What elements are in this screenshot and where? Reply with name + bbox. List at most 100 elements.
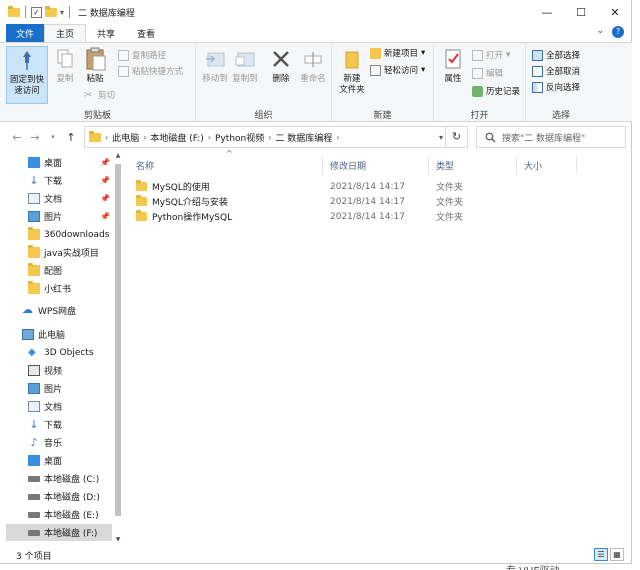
copy-path-icon [118,49,129,61]
maximize-button[interactable]: ☐ [564,0,598,24]
pin-icon[interactable]: 📌 [100,176,110,185]
up-arrow-icon[interactable]: ↑ [62,131,80,144]
address-bar[interactable]: › 此电脑 › 本地磁盘 (F:) › Python视频 › 二 数据库编程 ›… [84,126,468,148]
column-divider[interactable] [516,156,517,174]
column-header-size[interactable]: 大小 [524,156,542,174]
column-header-name[interactable]: 名称 [136,156,154,174]
refresh-icon[interactable]: ↻ [445,127,467,147]
pin-icon[interactable]: 📌 [100,212,110,221]
details-view-icon[interactable]: ☰ [594,548,608,561]
nav-item-label: 文档 [44,195,63,205]
file-row[interactable]: MySQL介绍与安装 2021/8/14 14:17 文件夹 [136,194,476,209]
file-row[interactable]: Python操作MySQL 2021/8/14 14:17 文件夹 [136,209,476,224]
breadcrumb-current-folder[interactable]: 二 数据库编程 [275,131,332,144]
search-box[interactable]: 搜索"二 数据库编程" [476,126,626,148]
column-divider[interactable] [322,156,323,174]
nav-item-pc-pictures[interactable]: 图片 [6,380,112,397]
nav-item-desktop[interactable]: 桌面 📌 [6,154,112,171]
invert-selection-button[interactable]: 反向选择 [532,81,580,93]
tab-home[interactable]: 主页 [44,24,87,42]
new-item-icon [370,47,381,59]
clipboard-group-label: 剪贴板 [83,111,111,121]
tab-share[interactable]: 共享 [86,24,126,42]
chevron-right-icon[interactable]: › [105,133,108,142]
tab-view[interactable]: 查看 [126,24,166,42]
breadcrumb-python-videos[interactable]: Python视频 [215,131,264,144]
nav-item-pc-documents[interactable]: 文档 [6,398,112,415]
rename-button[interactable]: 重命名 [298,46,328,85]
navigation-pane: 桌面 📌 ↓ 下载 📌 文档 📌 图片 📌 360downloads java实… [6,152,122,546]
select-none-button[interactable]: 全部取消 [532,65,580,77]
properties-button[interactable]: 属性 [438,46,468,85]
chevron-right-icon[interactable]: › [268,133,271,142]
nav-item-documents[interactable]: 文档 📌 [6,190,112,207]
nav-item-pc-desktop[interactable]: 桌面 [6,452,112,469]
paste-shortcut-button[interactable]: 粘贴快捷方式 [118,65,183,77]
nav-item-images[interactable]: 配图 [6,262,112,279]
paste-button[interactable]: 粘贴 [82,46,108,85]
pin-icon[interactable]: 📌 [100,194,110,203]
cut-button[interactable]: ✂ 剪切 [84,89,115,102]
customize-toolbar-icon[interactable]: ▾ [60,8,64,17]
column-header-type[interactable]: 类型 [436,156,454,174]
nav-item-videos[interactable]: 视频 [6,362,112,379]
nav-item-drive-c[interactable]: 本地磁盘 (C:) [6,470,112,487]
nav-item-downloads[interactable]: ↓ 下载 📌 [6,172,112,189]
column-divider[interactable] [576,156,577,174]
address-dropdown-icon[interactable]: ▾ [439,133,443,142]
help-icon[interactable]: ? [612,26,624,38]
nav-item-music[interactable]: ♪ 音乐 [6,434,112,451]
nav-item-drive-e[interactable]: 本地磁盘 (E:) [6,506,112,523]
nav-item-java-projects[interactable]: java实战项目 [6,244,112,261]
column-divider[interactable] [428,156,429,174]
tab-file[interactable]: 文件 [6,24,45,42]
nav-item-360downloads[interactable]: 360downloads [6,226,112,243]
minimize-button[interactable]: — [530,0,564,24]
copy-button[interactable]: 复制 [52,46,78,85]
delete-button[interactable]: 删除 [268,46,294,85]
nav-scrollbar[interactable]: ▲ ▼ [114,152,122,546]
move-to-button[interactable]: 移动到 [200,46,230,85]
scroll-up-icon[interactable]: ▲ [114,152,122,162]
title-bar: ✓ ▾ 二 数据库编程 — ☐ ✕ [0,0,632,24]
scroll-down-icon[interactable]: ▼ [114,536,122,546]
nav-item-xiaohongshu[interactable]: 小红书 [6,280,112,297]
back-arrow-icon[interactable]: ← [8,131,26,144]
column-header-date[interactable]: 修改日期 [330,156,366,174]
recent-locations-chevron-icon[interactable]: ▾ [44,133,62,141]
new-folder-button[interactable]: 新建 文件夹 [336,46,368,96]
select-all-button[interactable]: 全部选择 [532,49,580,61]
drive-icon [28,475,40,482]
pin-icon[interactable]: 📌 [100,158,110,167]
easy-access-button[interactable]: 轻松访问 ▾ [370,64,425,76]
chevron-right-icon[interactable]: › [336,133,339,142]
copy-to-button[interactable]: 复制到 [230,46,260,85]
edit-button[interactable]: 编辑 [472,67,503,79]
chevron-right-icon[interactable]: › [208,133,211,142]
nav-item-wps-cloud[interactable]: ☁ WPS网盘 [6,302,112,319]
nav-item-3d-objects[interactable]: ◆ 3D Objects [6,344,112,361]
breadcrumb-this-pc[interactable]: 此电脑 [112,131,139,144]
open-button[interactable]: 打开 ▾ [472,49,510,61]
history-button[interactable]: 历史记录 [472,85,520,97]
pin-quick-access-button[interactable]: 固定到快 速访问 [6,46,48,104]
nav-item-drive-f[interactable]: 本地磁盘 (F:) [6,524,112,541]
nav-item-pc-downloads[interactable]: ↓ 下载 [6,416,112,433]
copy-path-button[interactable]: 复制路径 [118,49,166,61]
collapse-ribbon-icon[interactable]: ⌄ [596,26,604,38]
file-row[interactable]: MySQL的使用 2021/8/14 14:17 文件夹 [136,179,476,194]
scroll-thumb[interactable] [115,164,121,516]
nav-item-drive-d[interactable]: 本地磁盘 (D:) [6,488,112,505]
nav-item-pictures[interactable]: 图片 📌 [6,208,112,225]
new-item-button[interactable]: 新建项目 ▾ [370,47,425,59]
forward-arrow-icon[interactable]: → [26,131,44,144]
chevron-right-icon[interactable]: › [143,133,146,142]
breadcrumb-drive-f[interactable]: 本地磁盘 (F:) [150,131,203,144]
open-label: 打开 [486,51,504,61]
pin-icon [14,47,40,73]
new-folder-icon[interactable] [45,5,57,17]
large-icons-view-icon[interactable]: ▦ [610,548,624,561]
close-button[interactable]: ✕ [598,0,632,24]
properties-check-icon[interactable]: ✓ [31,6,42,18]
nav-item-this-pc[interactable]: 此电脑 [6,326,112,343]
